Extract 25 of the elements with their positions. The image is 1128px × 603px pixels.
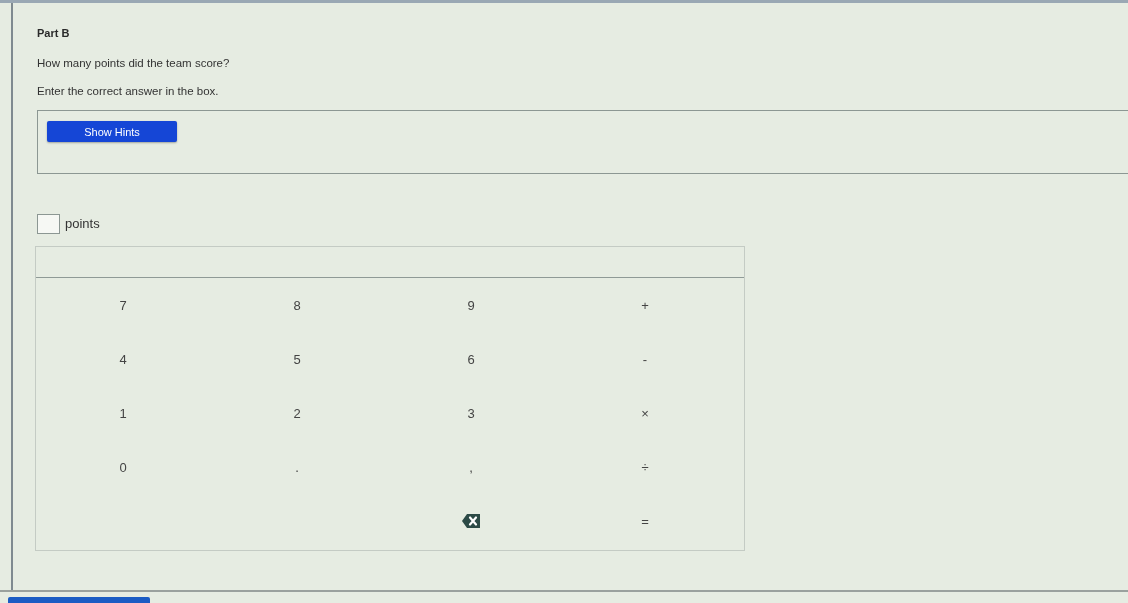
keypad-key[interactable]: 8 <box>288 295 306 315</box>
keypad-key[interactable]: 7 <box>114 295 132 315</box>
keypad-key[interactable]: = <box>636 511 654 531</box>
instruction-text: Enter the correct answer in the box. <box>37 84 219 98</box>
keypad-key[interactable]: 1 <box>114 403 132 423</box>
keypad-key[interactable]: 3 <box>462 403 480 423</box>
keypad-key[interactable]: - <box>637 349 653 369</box>
keypad-key[interactable]: × <box>636 403 654 423</box>
keypad-key[interactable]: 2 <box>288 403 306 423</box>
keypad-key[interactable]: 4 <box>114 349 132 369</box>
backspace-icon <box>462 514 480 528</box>
answer-box[interactable] <box>37 213 60 234</box>
keypad-key[interactable]: + <box>636 295 654 315</box>
keypad-key[interactable]: . <box>290 457 304 477</box>
keypad-key[interactable]: ÷ <box>636 457 654 477</box>
keypad-key[interactable]: 9 <box>462 295 480 315</box>
unit-label: points <box>65 216 100 231</box>
keypad-key[interactable]: , <box>464 457 478 477</box>
part-heading: Part B <box>37 27 70 40</box>
keypad-key[interactable]: 5 <box>288 349 306 369</box>
question-text: How many points did the team score? <box>37 56 230 70</box>
backspace-key[interactable] <box>460 512 482 530</box>
keypad-key[interactable]: 0 <box>114 457 132 477</box>
show-hints-button[interactable]: Show Hints <box>47 121 177 142</box>
keypad-key[interactable]: 6 <box>462 349 480 369</box>
